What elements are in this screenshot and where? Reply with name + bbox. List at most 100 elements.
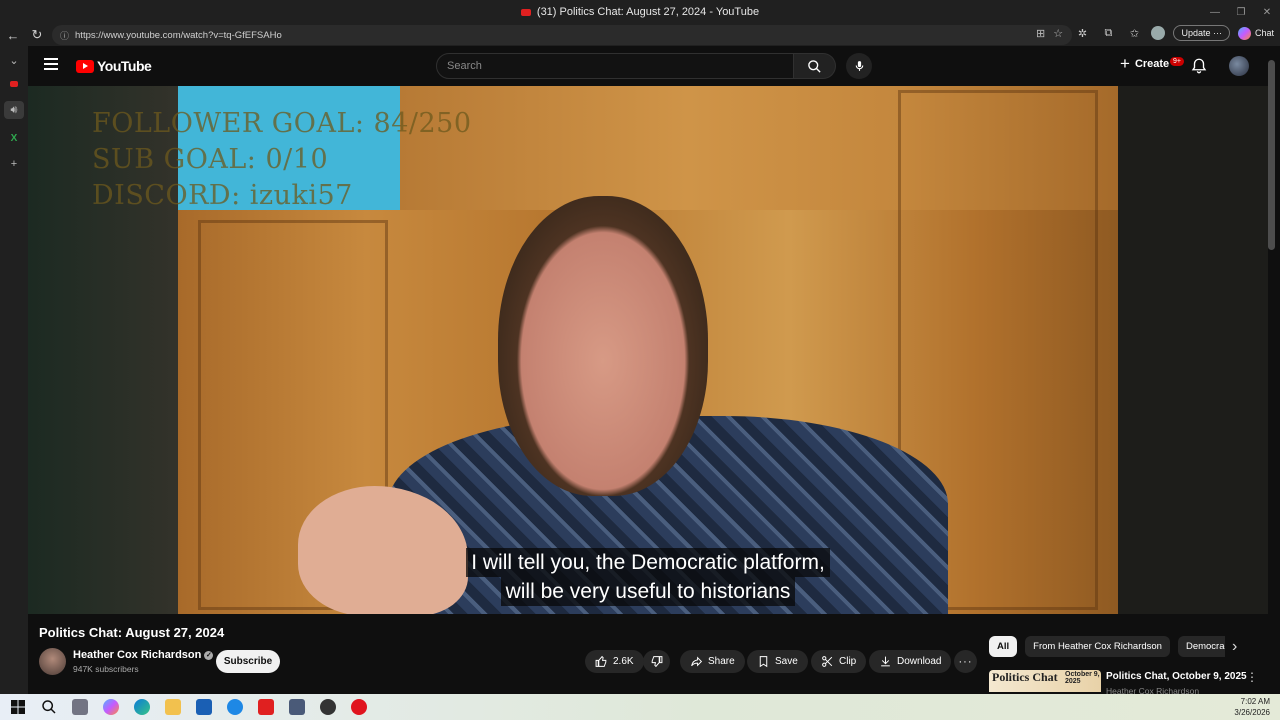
url-text: https://www.youtube.com/watch?v=tq-GfEFS… [75, 29, 282, 41]
file-explorer-icon[interactable] [165, 699, 181, 715]
split-screen-icon[interactable]: ⧉ [1099, 27, 1117, 40]
task-view-icon[interactable] [72, 699, 88, 715]
minimize-icon[interactable]: — [1202, 0, 1228, 24]
search-icon[interactable] [41, 699, 57, 715]
window-controls: — ❐ ✕ [1202, 0, 1280, 24]
toolbar-right: ✲ ⧉ ✩ Update ··· Chat [1073, 25, 1274, 41]
chat-label: Chat [1254, 28, 1274, 38]
excel-tab-icon[interactable]: X [11, 133, 18, 144]
favorite-star-icon[interactable]: ☆ [1053, 27, 1063, 40]
outlook-icon[interactable] [227, 699, 243, 715]
url-field[interactable]: ⓘ https://www.youtube.com/watch?v=tq-GfE… [52, 25, 1072, 45]
chip-all[interactable]: All [989, 636, 1018, 657]
voice-search-button[interactable] [846, 53, 872, 79]
more-actions-button[interactable]: ··· [954, 650, 977, 673]
overlay-line: DISCORD: izuki57 [92, 180, 353, 211]
chevron-right-icon[interactable]: › [1232, 638, 1237, 656]
extensions-icon[interactable]: ✲ [1073, 27, 1091, 40]
chevron-down-icon[interactable]: ⌄ [9, 54, 18, 67]
thumbnail-text: Politics Chat [992, 670, 1058, 684]
system-clock[interactable]: 7:02 AM 3/26/2026 [1234, 696, 1270, 718]
channel-avatar[interactable] [39, 648, 66, 675]
update-button[interactable]: Update ··· [1173, 25, 1230, 41]
notification-badge: 9+ [1170, 57, 1184, 66]
youtube-header: YouTube + Create [28, 46, 1280, 86]
app-icon-dark[interactable] [320, 699, 336, 715]
recommendation-title[interactable]: Politics Chat, October 9, 2025 [1106, 671, 1247, 682]
notifications-bell-icon[interactable] [1190, 57, 1208, 75]
copilot-taskbar-icon[interactable] [103, 699, 119, 715]
account-avatar[interactable] [1229, 56, 1249, 76]
subscriber-count: 947K subscribers [73, 664, 139, 674]
thumbnail-date: October 9, 2025 [1065, 671, 1100, 685]
download-label: Download [897, 656, 942, 667]
recommendation-channel: Heather Cox Richardson [1106, 686, 1200, 694]
store-icon[interactable] [196, 699, 212, 715]
channel-name[interactable]: Heather Cox Richardson ✓ [73, 649, 214, 661]
like-button[interactable]: 2.6K [585, 650, 644, 673]
search-input[interactable] [436, 53, 794, 79]
thumbs-up-icon [595, 655, 607, 667]
create-label: Create [1134, 58, 1170, 70]
bookmark-icon [759, 656, 768, 668]
subscribe-button[interactable]: Subscribe [216, 650, 280, 673]
search-button[interactable] [794, 53, 836, 79]
audio-tab-icon[interactable]: 🔊︎ [4, 101, 24, 119]
profile-avatar[interactable] [1151, 26, 1166, 40]
video-title: Politics Chat: August 27, 2024 [39, 625, 225, 640]
opera-icon[interactable] [351, 699, 367, 715]
site-info-icon[interactable]: ⓘ [60, 29, 69, 42]
copilot-icon [1237, 26, 1251, 40]
search-bar [436, 53, 836, 79]
share-button[interactable]: Share [680, 650, 745, 673]
video-player[interactable]: FOLLOWER GOAL: 84/250 SUB GOAL: 0/10 DIS… [28, 86, 1268, 614]
windows-taskbar: 7:02 AM 3/26/2026 [0, 694, 1280, 720]
youtube-logo-text: YouTube [97, 58, 152, 74]
video-frame-right [1118, 86, 1268, 614]
youtube-favicon-icon [520, 8, 531, 16]
share-arrow-icon [691, 656, 703, 667]
verified-check-icon: ✓ [204, 651, 214, 660]
share-label: Share [708, 656, 735, 667]
thumbs-down-icon [651, 656, 663, 668]
menu-icon[interactable] [44, 58, 58, 70]
microphone-icon [855, 61, 863, 71]
edge-icon[interactable] [134, 699, 150, 715]
chip-from-channel[interactable]: From Heather Cox Richardson [1025, 636, 1170, 657]
related-filter-chips: All From Heather Cox Richardson Democrac… [989, 636, 1225, 657]
youtube-logo[interactable]: YouTube [76, 58, 152, 74]
like-count: 2.6K [613, 656, 634, 667]
youtube-taskbar-icon[interactable] [258, 699, 274, 715]
plus-icon: + [1120, 54, 1130, 73]
save-label: Save [775, 656, 798, 667]
clip-label: Clip [839, 656, 857, 667]
address-bar-row: ← ↻ ⓘ https://www.youtube.com/watch?v=tq… [0, 24, 1280, 46]
app-icon[interactable] [289, 699, 305, 715]
back-button[interactable]: ← [2, 24, 24, 46]
restore-icon[interactable]: ❐ [1228, 0, 1254, 24]
save-button[interactable]: Save [747, 650, 808, 673]
chip-democracy[interactable]: Democracy [1177, 636, 1225, 657]
youtube-tab-icon[interactable] [10, 81, 18, 87]
page-scrollbar[interactable] [1268, 60, 1275, 250]
favorites-icon[interactable]: ✩ [1125, 27, 1143, 40]
clock-time: 7:02 AM [1240, 697, 1270, 706]
clip-button[interactable]: Clip [811, 650, 867, 673]
create-button[interactable]: + Create [1120, 54, 1170, 73]
new-tab-icon[interactable]: + [11, 158, 17, 170]
reload-button[interactable]: ↻ [26, 24, 48, 46]
youtube-play-icon [76, 59, 94, 73]
download-button[interactable]: Download [869, 650, 952, 673]
channel-name-text: Heather Cox Richardson [73, 649, 202, 661]
speaker-head [498, 196, 708, 496]
dislike-button[interactable] [643, 650, 670, 673]
update-label: Update [1181, 28, 1211, 38]
recommendation-thumbnail[interactable]: Politics Chat October 9, 2025 [989, 670, 1101, 692]
kebab-menu-icon[interactable]: ⋮ [1246, 670, 1258, 684]
scissors-icon [822, 656, 833, 667]
copilot-chat-button[interactable]: Chat [1237, 26, 1274, 40]
caption-line: will be very useful to historians [500, 577, 796, 606]
windows-start-icon[interactable] [10, 699, 26, 715]
close-icon[interactable]: ✕ [1254, 0, 1280, 24]
app-available-icon[interactable]: ⊞ [1036, 27, 1045, 40]
